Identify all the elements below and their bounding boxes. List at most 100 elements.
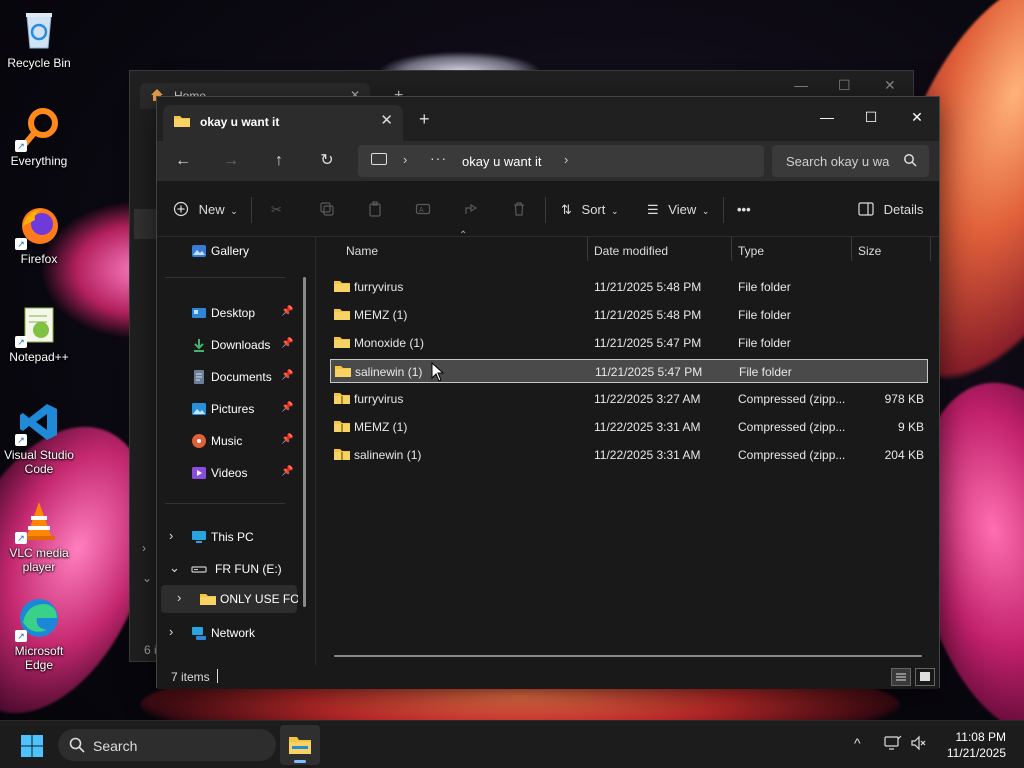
file-row[interactable]: furryvirus 11/22/2025 3:27 AM Compressed… [330, 387, 928, 411]
address-bar[interactable]: › ··· okay u want it › [358, 145, 764, 177]
copy-icon[interactable] [319, 199, 335, 221]
pin-icon[interactable]: 📌 [281, 370, 293, 381]
forward-button[interactable]: → [217, 149, 245, 173]
breadcrumb-current-folder[interactable]: okay u want it [462, 154, 542, 169]
large-icons-view-button[interactable] [915, 668, 935, 686]
new-button[interactable]: New ⌄ [173, 199, 238, 221]
nav-item-drive-e[interactable]: ⌄ FR FUN (E:) [157, 555, 307, 583]
view-button[interactable]: ☰ View ⌄ [647, 199, 709, 221]
chevron-down-icon: ⌄ [611, 206, 619, 216]
nav-item-videos[interactable]: Videos 📌 [157, 459, 307, 487]
column-header-date-modified[interactable]: Date modified [594, 237, 668, 265]
file-type: File folder [738, 280, 791, 294]
column-divider[interactable] [851, 237, 852, 261]
details-pane-button[interactable]: Details [858, 199, 923, 221]
close-button[interactable]: ✕ [884, 77, 896, 94]
column-header-type[interactable]: Type [738, 237, 764, 265]
nav-item-desktop[interactable]: Desktop 📌 [157, 299, 307, 327]
breadcrumb-separator[interactable]: › [564, 152, 568, 167]
file-row[interactable]: MEMZ (1) 11/22/2025 3:31 AM Compressed (… [330, 415, 928, 439]
more-options-button[interactable]: ••• [737, 199, 751, 221]
column-divider[interactable] [731, 237, 732, 261]
this-pc-icon[interactable] [371, 153, 387, 165]
maximize-button[interactable]: ☐ [851, 103, 891, 131]
delete-icon[interactable] [511, 199, 527, 221]
chevron-right-icon[interactable]: › [142, 541, 146, 555]
nav-pane-scrollbar[interactable] [303, 277, 306, 607]
desktop-icon-notepad-plus-plus[interactable]: ↗ Notepad++ [0, 302, 78, 364]
cut-icon[interactable]: ✂ [271, 199, 282, 221]
nav-item-downloads[interactable]: Downloads 📌 [157, 331, 307, 359]
rename-icon[interactable]: A [415, 199, 431, 221]
pin-icon[interactable]: 📌 [281, 338, 293, 349]
file-row[interactable]: Monoxide (1) 11/21/2025 5:47 PM File fol… [330, 331, 928, 355]
minimize-button[interactable]: — [807, 103, 847, 131]
column-divider[interactable] [930, 237, 931, 261]
network-status-icon[interactable] [884, 735, 902, 754]
file-size: 204 KB [884, 448, 924, 462]
search-box[interactable]: Search okay u want it [772, 145, 929, 177]
nav-item-only-use-for[interactable]: › ONLY USE FOR [161, 585, 298, 613]
breadcrumb-overflow-button[interactable]: ··· [430, 150, 447, 166]
nav-item-this-pc[interactable]: › This PC [157, 523, 307, 551]
up-button[interactable]: ↑ [265, 149, 293, 173]
close-tab-icon[interactable]: ✕ [380, 111, 393, 129]
show-hidden-icons-button[interactable]: ^ [854, 735, 861, 751]
desktop-icon-edge[interactable]: ↗ Microsoft Edge [0, 596, 78, 672]
file-row[interactable]: furryvirus 11/21/2025 5:48 PM File folde… [330, 275, 928, 299]
chevron-down-icon[interactable]: ⌄ [169, 560, 180, 576]
chevron-right-icon[interactable]: › [177, 590, 181, 605]
tab-okay-u-want-it[interactable]: okay u want it ✕ [163, 105, 403, 141]
firefox-icon: ↗ [15, 204, 61, 250]
nav-item-network[interactable]: › Network [157, 619, 307, 647]
pin-icon[interactable]: 📌 [281, 466, 293, 477]
system-clock[interactable]: 11:08 PM 11/21/2025 [947, 729, 1006, 761]
refresh-button[interactable]: ↻ [313, 149, 341, 173]
breadcrumb-separator[interactable]: › [403, 152, 407, 167]
nav-item-documents[interactable]: Documents 📌 [157, 363, 307, 391]
file-date: 11/21/2025 5:48 PM [594, 280, 702, 294]
navigation-pane: Gallery Desktop 📌 Downloads 📌 Documents … [157, 237, 315, 665]
file-explorer-window[interactable]: okay u want it ✕ + — ☐ ✕ ← → ↑ ↻ › ··· o… [156, 96, 940, 689]
taskbar-search-box[interactable]: Search [58, 729, 276, 761]
start-button[interactable] [20, 734, 44, 758]
column-header-name[interactable]: Name [346, 237, 378, 265]
folder-icon [334, 279, 350, 296]
desktop-icon-firefox[interactable]: ↗ Firefox [0, 204, 78, 266]
column-header-size[interactable]: Size [858, 237, 881, 265]
nav-item-gallery[interactable]: Gallery [157, 237, 307, 265]
sort-button[interactable]: ⇅ Sort ⌄ [561, 199, 619, 221]
pin-icon[interactable]: 📌 [281, 402, 293, 413]
paste-icon[interactable] [367, 199, 383, 221]
file-row-selected[interactable]: salinewin (1) 11/21/2025 5:47 PM File fo… [330, 359, 928, 383]
taskbar-file-explorer-button[interactable] [280, 725, 320, 765]
maximize-button[interactable]: ☐ [838, 77, 851, 94]
volume-muted-icon[interactable] [910, 735, 928, 754]
file-row[interactable]: salinewin (1) 11/22/2025 3:31 AM Compres… [330, 443, 928, 467]
new-tab-button[interactable]: + [419, 109, 430, 130]
pin-icon[interactable]: 📌 [281, 306, 293, 317]
pin-icon[interactable]: 📌 [281, 434, 293, 445]
column-divider[interactable] [587, 237, 588, 261]
chevron-down-icon[interactable]: ⌄ [142, 571, 152, 585]
title-bar[interactable]: okay u want it ✕ + — ☐ ✕ [157, 97, 939, 141]
clock-time: 11:08 PM [955, 730, 1006, 744]
close-button[interactable]: ✕ [897, 103, 937, 131]
desktop-icon-vlc[interactable]: ↗ VLC media player [0, 498, 78, 574]
navigation-bar: ← → ↑ ↻ › ··· okay u want it › Search ok… [157, 141, 939, 181]
desktop-icon-everything[interactable]: ↗ Everything [0, 106, 78, 168]
share-icon[interactable] [463, 199, 479, 221]
minimize-button[interactable]: — [794, 77, 808, 93]
file-row[interactable]: MEMZ (1) 11/21/2025 5:48 PM File folder [330, 303, 928, 327]
chevron-right-icon[interactable]: › [169, 624, 173, 639]
horizontal-scrollbar[interactable] [334, 655, 922, 657]
back-button[interactable]: ← [169, 149, 197, 173]
shortcut-arrow-icon: ↗ [15, 532, 27, 544]
details-view-button[interactable] [891, 668, 911, 686]
nav-item-music[interactable]: Music 📌 [157, 427, 307, 455]
desktop-icon-vscode[interactable]: ↗ Visual Studio Code [0, 400, 78, 476]
chevron-right-icon[interactable]: › [169, 528, 173, 543]
nav-item-label: Gallery [211, 244, 250, 258]
nav-item-pictures[interactable]: Pictures 📌 [157, 395, 307, 423]
desktop-icon-recycle-bin[interactable]: Recycle Bin [0, 8, 78, 70]
